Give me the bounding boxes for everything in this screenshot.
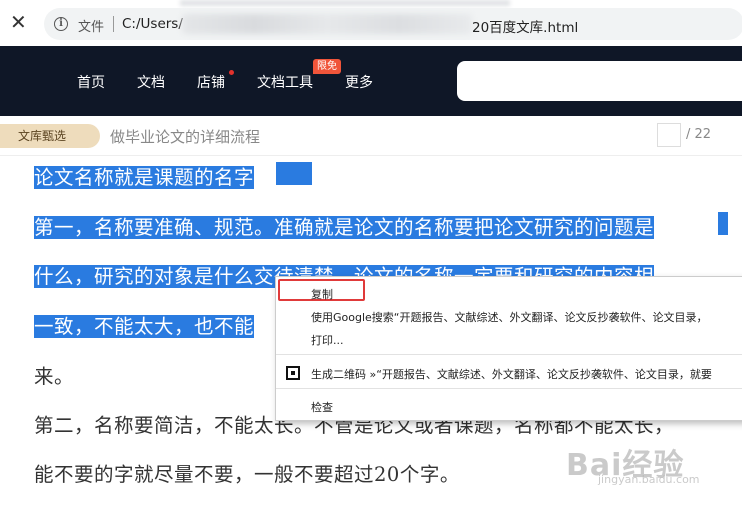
- page-total: / 22: [686, 127, 712, 142]
- menu-item-copy[interactable]: 复制: [311, 286, 333, 302]
- url-text-end: 20百度文库.html: [472, 20, 579, 36]
- menu-item-inspect[interactable]: 检查: [311, 399, 333, 415]
- menu-divider: [276, 354, 742, 355]
- info-icon[interactable]: i: [54, 17, 68, 31]
- selected-text: 第一，名称要准确、规范。准确就是论文的名称要把论文研究的问题是: [34, 216, 655, 239]
- selected-text: 论文名称就是课题的名字: [34, 166, 255, 189]
- watermark-url: jingyan.baidu.com: [598, 473, 700, 486]
- nav-item-home[interactable]: 首页: [77, 72, 105, 92]
- browser-address-bar: ✕ i 文件 C:/Users/ 20百度文库.html: [0, 0, 742, 46]
- nav-item-store[interactable]: 店铺: [197, 72, 225, 92]
- menu-item-print[interactable]: 打印...: [311, 332, 344, 348]
- url-text-start: C:/Users/: [122, 16, 183, 32]
- blurred-tab-strip: [180, 0, 510, 6]
- search-input[interactable]: [457, 61, 742, 101]
- selection-fill: [276, 162, 312, 185]
- doc-line: 论文名称就是课题的名字: [34, 161, 255, 190]
- baidu-jingyan-watermark: Bai经验 jingyan.baidu.com: [566, 440, 736, 495]
- context-menu: 复制 使用Google搜索“开题报告、文献综述、外文翻译、论文反抄袭软件、论文目…: [275, 276, 742, 421]
- menu-item-search-google[interactable]: 使用Google搜索“开题报告、文献综述、外文翻译、论文反抄袭软件、论文目录，: [311, 309, 708, 325]
- doc-header: 文库甄选 做毕业论文的详细流程 / 22: [0, 116, 742, 156]
- file-label: 文件: [78, 20, 105, 35]
- nav-item-more[interactable]: 更多: [345, 72, 373, 92]
- selection-fill: [718, 212, 728, 235]
- doc-title: 做毕业论文的详细流程: [110, 128, 261, 146]
- page-number-input[interactable]: [657, 123, 681, 147]
- doc-line: 能不要的字就尽量不要，一般不要超过20个字。: [34, 463, 460, 486]
- doc-line: 第一，名称要准确、规范。准确就是论文的名称要把论文研究的问题是: [34, 211, 655, 240]
- free-badge: 限免: [313, 59, 341, 74]
- nav-item-docs[interactable]: 文档: [137, 72, 165, 92]
- url-field[interactable]: i 文件 C:/Users/ 20百度文库.html: [44, 8, 742, 40]
- close-icon[interactable]: ✕: [10, 12, 30, 32]
- menu-divider: [276, 388, 742, 389]
- curated-tag: 文库甄选: [0, 124, 100, 148]
- nav-item-doc-tools[interactable]: 文档工具: [257, 72, 313, 92]
- notification-dot: [229, 70, 234, 75]
- doc-line: 来。: [34, 365, 75, 388]
- doc-line: 一致，不能太大，也不能: [34, 310, 255, 339]
- site-nav: 首页 文档 店铺 文档工具 限免 更多: [0, 46, 742, 116]
- blurred-url-segment: [182, 14, 472, 34]
- selected-text: 一致，不能太大，也不能: [34, 315, 255, 338]
- menu-item-qr-code[interactable]: 生成二维码 »“开题报告、文献综述、外文翻译、论文反抄袭软件、论文目录，就要: [311, 366, 712, 382]
- url-separator: [113, 16, 114, 32]
- qr-code-icon: [286, 366, 300, 380]
